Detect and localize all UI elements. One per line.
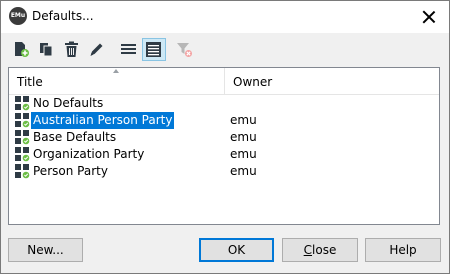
- default-record-icon: [15, 147, 30, 162]
- list-item[interactable]: Organization Party emu: [9, 146, 439, 163]
- new-button[interactable]: [10, 38, 34, 61]
- row-owner: emu: [230, 113, 257, 127]
- new-document-icon: [15, 42, 29, 57]
- clear-filter-icon: [177, 43, 192, 57]
- clear-filter-button[interactable]: [173, 38, 197, 61]
- column-header-owner[interactable]: Owner: [225, 68, 439, 94]
- row-title: No Defaults: [33, 96, 104, 110]
- details-view-icon: [146, 42, 161, 57]
- list-item-selected[interactable]: Australian Person Party emu: [9, 112, 439, 129]
- delete-icon: [65, 41, 78, 57]
- list-view-button[interactable]: [117, 38, 141, 61]
- column-owner-label: Owner: [233, 75, 273, 89]
- row-owner: emu: [230, 164, 257, 178]
- close-window-icon[interactable]: [417, 5, 441, 29]
- edit-button[interactable]: [85, 38, 109, 61]
- list-item[interactable]: Base Defaults emu: [9, 129, 439, 146]
- row-owner: emu: [230, 130, 257, 144]
- default-record-icon: [15, 96, 30, 111]
- toolbar: [1, 33, 449, 65]
- list-view-icon: [121, 44, 136, 54]
- column-header-title[interactable]: Title: [9, 68, 225, 94]
- row-title: Australian Person Party: [31, 112, 175, 129]
- default-record-icon: [15, 113, 30, 128]
- row-title: Person Party: [33, 164, 108, 178]
- title-bar: EMu Defaults...: [1, 1, 449, 33]
- help-button[interactable]: Help: [365, 238, 441, 262]
- close-accelerator: C: [303, 243, 313, 257]
- defaults-list[interactable]: Title Owner No Defaults Australian Perso…: [8, 67, 440, 225]
- column-title-label: Title: [17, 75, 43, 89]
- ok-button[interactable]: OK: [199, 238, 274, 262]
- list-item[interactable]: No Defaults: [9, 95, 439, 112]
- list-item[interactable]: Person Party emu: [9, 163, 439, 180]
- defaults-dialog: EMu Defaults... Title Owner No Defaults …: [0, 0, 450, 274]
- row-title: Organization Party: [33, 147, 145, 161]
- edit-pencil-icon: [90, 43, 103, 56]
- emu-app-icon: EMu: [9, 7, 27, 25]
- delete-button[interactable]: [60, 38, 84, 61]
- row-title: Base Defaults: [33, 130, 117, 144]
- sort-ascending-icon: [113, 69, 119, 73]
- copy-button[interactable]: [35, 38, 59, 61]
- row-owner: emu: [230, 147, 257, 161]
- copy-icon: [40, 43, 53, 57]
- details-view-button[interactable]: [142, 38, 166, 61]
- list-header: Title Owner: [9, 68, 439, 95]
- default-record-icon: [15, 130, 30, 145]
- close-label-rest: lose: [312, 243, 337, 257]
- new-button-bottom[interactable]: New...: [8, 238, 83, 262]
- close-button[interactable]: Close: [282, 238, 358, 262]
- default-record-icon: [15, 164, 30, 179]
- window-title: Defaults...: [32, 9, 94, 23]
